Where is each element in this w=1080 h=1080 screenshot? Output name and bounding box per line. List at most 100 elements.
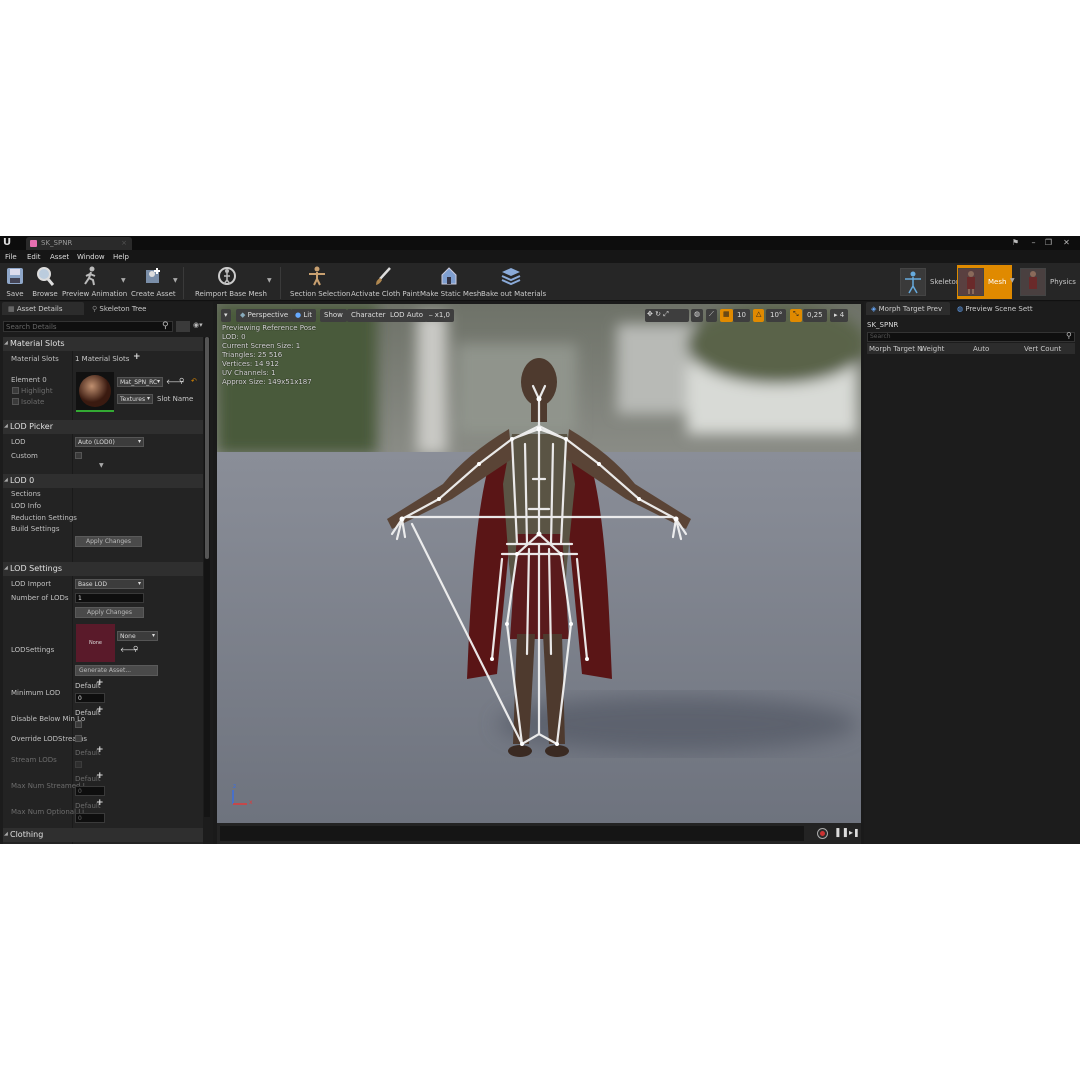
window-close-icon[interactable]: ✕ (1061, 237, 1072, 248)
disable-below-add-icon[interactable]: + (96, 705, 104, 715)
morph-search-input[interactable]: Search (867, 332, 1075, 342)
lod-dropdown[interactable]: Auto (LOD0) (75, 437, 144, 447)
activate-cloth-paint-button[interactable]: Activate Cloth Paint (351, 265, 420, 298)
help-icon[interactable]: ⚑ (1010, 237, 1021, 248)
make-static-mesh-button[interactable]: Make Static Mesh (420, 265, 481, 298)
material-slots-section-header[interactable]: Material Slots (3, 337, 203, 351)
reimport-base-mesh-button[interactable]: Reimport Base Mesh (195, 265, 267, 298)
rotation-snap-toggle[interactable]: △ (753, 309, 765, 322)
disable-below-checkbox[interactable] (75, 721, 82, 728)
stats-line: Triangles: 25 516 (222, 351, 283, 359)
menu-edit[interactable]: Edit (27, 253, 41, 261)
sections-item[interactable]: Sections (11, 490, 41, 498)
browse-asset-icon[interactable]: ⚲ (179, 377, 184, 385)
minimum-lod-add-icon[interactable]: + (96, 678, 104, 688)
menu-file[interactable]: File (5, 253, 17, 261)
override-lodstreams-checkbox[interactable] (75, 735, 82, 742)
grid-size-button[interactable]: 10 (733, 309, 750, 322)
lod0-apply-changes-button[interactable]: Apply Changes (75, 536, 142, 547)
bake-out-materials-button[interactable]: Bake out Materials (481, 265, 546, 298)
tab-asset-details[interactable]: ▦ Asset Details (2, 302, 84, 315)
material-asset-combo[interactable]: Mat_SPN_RC (117, 377, 163, 387)
number-of-lods-input[interactable]: 1 (75, 593, 144, 603)
playback-speed-button[interactable]: ⎯ x1,0 (425, 309, 455, 322)
material-thumbnail[interactable] (76, 372, 114, 412)
eye-visibility-icon[interactable]: ◉▾ (193, 321, 203, 329)
expand-chevron-icon[interactable]: ▼ (99, 462, 104, 469)
lod-picker-section-header[interactable]: LOD Picker (3, 420, 203, 434)
rotation-snap-value[interactable]: 10° (766, 309, 787, 322)
save-button[interactable]: Save (3, 265, 27, 298)
section-selection-button[interactable]: Section Selection (290, 265, 351, 298)
textures-dropdown[interactable]: Textures (117, 394, 153, 404)
record-button[interactable] (817, 828, 828, 839)
lodsettings-combo[interactable]: None (117, 631, 158, 641)
details-scrollbar[interactable] (204, 337, 210, 817)
menu-window[interactable]: Window (77, 253, 105, 261)
asset-document-tab[interactable]: SK_SPNR × (26, 237, 132, 250)
preview-animation-dropdown-icon[interactable]: ▼ (121, 277, 126, 284)
col-auto[interactable]: Auto (973, 345, 989, 353)
step-forward-button[interactable]: ▸❚ (849, 828, 860, 837)
scale-snap-toggle[interactable]: ⤡ (790, 309, 802, 322)
grid-snap-toggle[interactable]: ▦ (720, 309, 733, 322)
tab-morph-target-preview[interactable]: ◈ Morph Target Prev (866, 302, 950, 315)
perspective-button[interactable]: ◆ Perspective (236, 309, 293, 322)
tab-close-icon[interactable]: × (121, 239, 127, 247)
create-asset-dropdown-icon[interactable]: ▼ (173, 277, 178, 284)
viewport-options-dropdown[interactable]: ▾ (221, 309, 231, 322)
menu-help[interactable]: Help (113, 253, 129, 261)
maximize-icon[interactable]: ❐ (1043, 237, 1054, 248)
pause-button[interactable]: ❚❚ (834, 828, 849, 838)
translate-icon: ✥ (647, 310, 653, 318)
lod-settings-apply-changes-button[interactable]: Apply Changes (75, 607, 144, 618)
physics-mode-button[interactable]: Physics (1020, 265, 1076, 299)
lod-auto-button[interactable]: LOD Auto (386, 309, 428, 322)
clothing-section-header[interactable]: Clothing (3, 828, 203, 842)
browse-button[interactable]: Browse (31, 265, 59, 298)
world-local-toggle[interactable]: ◍ (691, 309, 704, 322)
rotate-icon: ↻ (655, 310, 661, 318)
skeleton-mode-button[interactable]: Skeleton (900, 265, 960, 299)
view-options-grid-icon[interactable] (176, 321, 190, 332)
lodsettings-thumbnail[interactable]: None (76, 624, 115, 662)
custom-checkbox[interactable] (75, 452, 82, 459)
transform-tools-group[interactable]: ✥ ↻ ⤢ (645, 309, 689, 322)
show-button[interactable]: Show (320, 309, 347, 322)
reset-to-default-icon[interactable]: ↶ (191, 377, 197, 385)
isolate-checkbox[interactable] (12, 398, 19, 405)
camera-speed-button[interactable]: ▸ 4 (830, 309, 849, 322)
lod-info-item[interactable]: LOD Info (11, 502, 41, 510)
lodsettings-browse-icon[interactable]: ⚲ (133, 645, 138, 653)
tab-skeleton-tree[interactable]: ⚲ Skeleton Tree (86, 302, 156, 315)
col-vert-count[interactable]: Vert Count (1024, 345, 1061, 353)
character-button[interactable]: Character (347, 309, 390, 322)
minimize-icon[interactable]: – (1028, 237, 1039, 248)
reduction-settings-item[interactable]: Reduction Settings (11, 514, 77, 522)
minimum-lod-input[interactable]: 0 (75, 693, 105, 703)
preview-animation-button[interactable]: Preview Animation (62, 265, 127, 298)
mesh-mode-dropdown-icon[interactable]: ▼ (1010, 277, 1015, 284)
scrollbar-thumb[interactable] (205, 337, 209, 559)
add-material-slot-icon[interactable]: + (133, 352, 141, 362)
lod-import-dropdown[interactable]: Base LOD (75, 579, 144, 589)
lod-settings-section-header[interactable]: LOD Settings (3, 562, 203, 576)
mesh-mode-button[interactable]: Mesh (957, 265, 1013, 299)
3d-viewport[interactable]: ▾ ◆ Perspective ● Lit Show Character LOD… (217, 304, 861, 823)
timeline-scrubber[interactable] (220, 826, 804, 841)
tab-preview-scene-settings[interactable]: ◍ Preview Scene Sett (952, 302, 1042, 315)
highlight-checkbox[interactable] (12, 387, 19, 394)
col-morph-target-name[interactable]: Morph Target N (869, 345, 922, 353)
axis-x-label: x (249, 799, 253, 806)
reimport-dropdown-icon[interactable]: ▼ (267, 277, 272, 284)
lod-0-section-header[interactable]: LOD 0 (3, 474, 203, 488)
menu-asset[interactable]: Asset (50, 253, 69, 261)
surface-snap-toggle[interactable]: ⟋ (706, 309, 717, 322)
create-asset-button[interactable]: Create Asset (131, 265, 176, 298)
col-weight[interactable]: Weight (920, 345, 944, 353)
build-settings-item[interactable]: Build Settings (11, 525, 60, 533)
search-details-input[interactable]: Search Details (3, 321, 173, 332)
scale-snap-value[interactable]: 0,25 (803, 309, 827, 322)
lit-button[interactable]: ● Lit (291, 309, 316, 322)
generate-asset-button[interactable]: Generate Asset... (75, 665, 158, 676)
